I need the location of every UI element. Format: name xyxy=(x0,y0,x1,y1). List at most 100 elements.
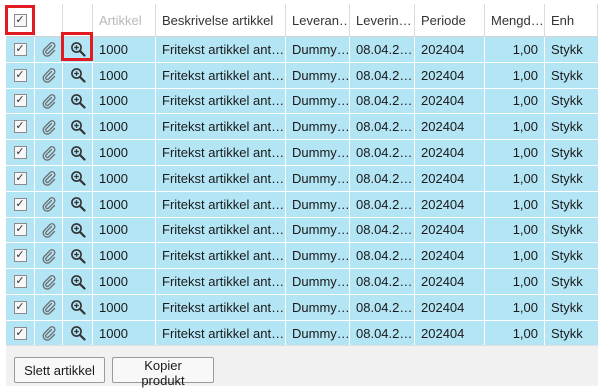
attachment-cell[interactable] xyxy=(35,62,63,88)
attachment-cell[interactable] xyxy=(35,243,63,269)
row-select-cell[interactable]: ✓ xyxy=(6,165,35,191)
zoom-in-icon[interactable] xyxy=(70,119,86,135)
row-checkbox[interactable]: ✓ xyxy=(13,223,27,237)
details-cell[interactable] xyxy=(63,114,93,140)
paperclip-icon[interactable] xyxy=(41,93,57,109)
row-checkbox[interactable]: ✓ xyxy=(13,249,27,263)
paperclip-icon[interactable] xyxy=(41,145,57,161)
paperclip-icon[interactable] xyxy=(41,325,57,341)
row-checkbox[interactable]: ✓ xyxy=(13,42,27,56)
attachment-cell[interactable] xyxy=(35,140,63,165)
row-checkbox[interactable]: ✓ xyxy=(13,146,27,160)
row-select-cell[interactable]: ✓ xyxy=(6,114,35,140)
table-row[interactable]: ✓ 1000 Fritekst artikkel ant… Dummy… 08.04.2… xyxy=(6,243,598,270)
attachment-cell[interactable] xyxy=(35,269,63,294)
table-row[interactable]: ✓ 1000 Fritekst artikkel ant… Dummy… 08.04.2… xyxy=(6,191,598,218)
row-select-cell[interactable]: ✓ xyxy=(6,88,35,114)
row-select-cell[interactable]: ✓ xyxy=(6,37,35,62)
row-checkbox[interactable]: ✓ xyxy=(13,197,27,211)
attachment-cell[interactable] xyxy=(35,37,63,62)
zoom-in-icon[interactable] xyxy=(70,222,86,238)
zoom-in-icon[interactable] xyxy=(70,196,86,212)
attachment-cell[interactable] xyxy=(35,165,63,191)
zoom-in-icon[interactable] xyxy=(70,67,86,83)
paperclip-icon[interactable] xyxy=(41,41,57,58)
details-cell[interactable] xyxy=(63,217,93,243)
details-cell[interactable] xyxy=(63,37,93,62)
select-all-checkbox[interactable]: ✓ xyxy=(13,13,27,27)
details-cell[interactable] xyxy=(63,294,93,320)
row-select-cell[interactable]: ✓ xyxy=(6,269,35,294)
row-select-cell[interactable]: ✓ xyxy=(6,62,35,88)
row-checkbox[interactable]: ✓ xyxy=(13,68,27,82)
paperclip-icon[interactable] xyxy=(41,222,57,238)
zoom-in-icon[interactable] xyxy=(70,41,86,57)
paperclip-icon[interactable] xyxy=(41,67,57,83)
cell-artikkel: 1000 xyxy=(93,114,156,140)
row-checkbox[interactable]: ✓ xyxy=(13,326,27,340)
table-row[interactable]: ✓ 1000 Fritekst artikkel ant… Dummy… 08.04.2… xyxy=(6,217,598,244)
table-row[interactable]: ✓ 1000 Fritekst artikkel ant… Dummy… 08.04.2… xyxy=(6,62,598,89)
row-checkbox[interactable]: ✓ xyxy=(13,94,27,108)
details-cell[interactable] xyxy=(63,191,93,217)
paperclip-icon[interactable] xyxy=(41,196,57,212)
cell-mengde: 1,00 xyxy=(485,62,545,88)
row-select-cell[interactable]: ✓ xyxy=(6,140,35,165)
header-enhet[interactable]: Enh xyxy=(545,4,598,36)
header-periode[interactable]: Periode xyxy=(415,4,485,36)
row-checkbox[interactable]: ✓ xyxy=(13,275,27,289)
paperclip-icon[interactable] xyxy=(41,119,57,135)
details-cell[interactable] xyxy=(63,88,93,114)
table-row[interactable]: ✓ 1000 Fritekst artikkel ant… Dummy… 08.04.2… xyxy=(6,294,598,321)
row-select-cell[interactable]: ✓ xyxy=(6,217,35,243)
table-row[interactable]: ✓ 1000 Fritekst artikkel ant… Dummy… 08.04.2… xyxy=(6,140,598,166)
zoom-in-icon[interactable] xyxy=(70,93,86,109)
zoom-in-icon[interactable] xyxy=(70,274,86,290)
attachment-cell[interactable] xyxy=(35,114,63,140)
paperclip-icon[interactable] xyxy=(41,248,57,264)
table-row[interactable]: ✓ 1000 Fritekst artikkel ant… Dummy… 08.04.2… xyxy=(6,88,598,115)
paperclip-icon[interactable] xyxy=(41,299,57,316)
zoom-in-icon[interactable] xyxy=(70,325,86,341)
row-checkbox[interactable]: ✓ xyxy=(13,171,27,185)
table-row[interactable]: ✓ 1000 Fritekst artikkel ant… Dummy… 08.04.2… xyxy=(6,114,598,141)
delete-article-button[interactable]: Slett artikkel xyxy=(14,357,105,383)
row-select-cell[interactable]: ✓ xyxy=(6,243,35,269)
attachment-cell[interactable] xyxy=(35,294,63,320)
details-cell[interactable] xyxy=(63,320,93,346)
attachment-cell[interactable] xyxy=(35,320,63,346)
table-row[interactable]: ✓ 1000 Fritekst artikkel ant… Dummy… 08.04.2… xyxy=(6,37,598,63)
select-all-cell[interactable]: ✓ xyxy=(6,4,35,36)
row-select-cell[interactable]: ✓ xyxy=(6,191,35,217)
paperclip-icon[interactable] xyxy=(41,274,57,290)
table-row[interactable]: ✓ 1000 Fritekst artikkel ant… Dummy… 08.04.2… xyxy=(6,165,598,192)
header-leverandor[interactable]: Leveran… xyxy=(286,4,350,36)
details-cell[interactable] xyxy=(63,269,93,294)
cell-beskrivelse: Fritekst artikkel ant… xyxy=(156,294,286,320)
table-row[interactable]: ✓ 1000 Fritekst artikkel ant… Dummy… 08.04.2… xyxy=(6,269,598,295)
details-cell[interactable] xyxy=(63,140,93,165)
zoom-in-icon[interactable] xyxy=(70,145,86,161)
row-checkbox[interactable]: ✓ xyxy=(13,120,27,134)
row-select-cell[interactable]: ✓ xyxy=(6,320,35,346)
attachment-cell[interactable] xyxy=(35,217,63,243)
paperclip-icon[interactable] xyxy=(41,170,57,187)
zoom-in-icon[interactable] xyxy=(70,170,86,186)
row-select-cell[interactable]: ✓ xyxy=(6,294,35,320)
header-leveringsdato[interactable]: Leverin… xyxy=(350,4,415,36)
zoom-in-icon[interactable] xyxy=(70,299,86,315)
zoom-in-icon[interactable] xyxy=(70,248,86,264)
table-row[interactable]: ✓ 1000 Fritekst artikkel ant… Dummy… 08.04.2… xyxy=(6,320,598,347)
attachment-cell[interactable] xyxy=(35,191,63,217)
header-beskrivelse[interactable]: Beskrivelse artikkel xyxy=(156,4,286,36)
attachment-cell[interactable] xyxy=(35,88,63,114)
details-cell[interactable] xyxy=(63,243,93,269)
cell-enhet: Stykk xyxy=(551,222,583,238)
cell-mengde: 1,00 xyxy=(485,269,545,294)
details-cell[interactable] xyxy=(63,165,93,191)
details-cell[interactable] xyxy=(63,62,93,88)
header-artikkel[interactable]: Artikkel xyxy=(93,4,156,36)
copy-product-button[interactable]: Kopier produkt xyxy=(112,357,214,388)
row-checkbox[interactable]: ✓ xyxy=(13,300,27,314)
header-mengde[interactable]: Mengd… xyxy=(485,4,545,36)
